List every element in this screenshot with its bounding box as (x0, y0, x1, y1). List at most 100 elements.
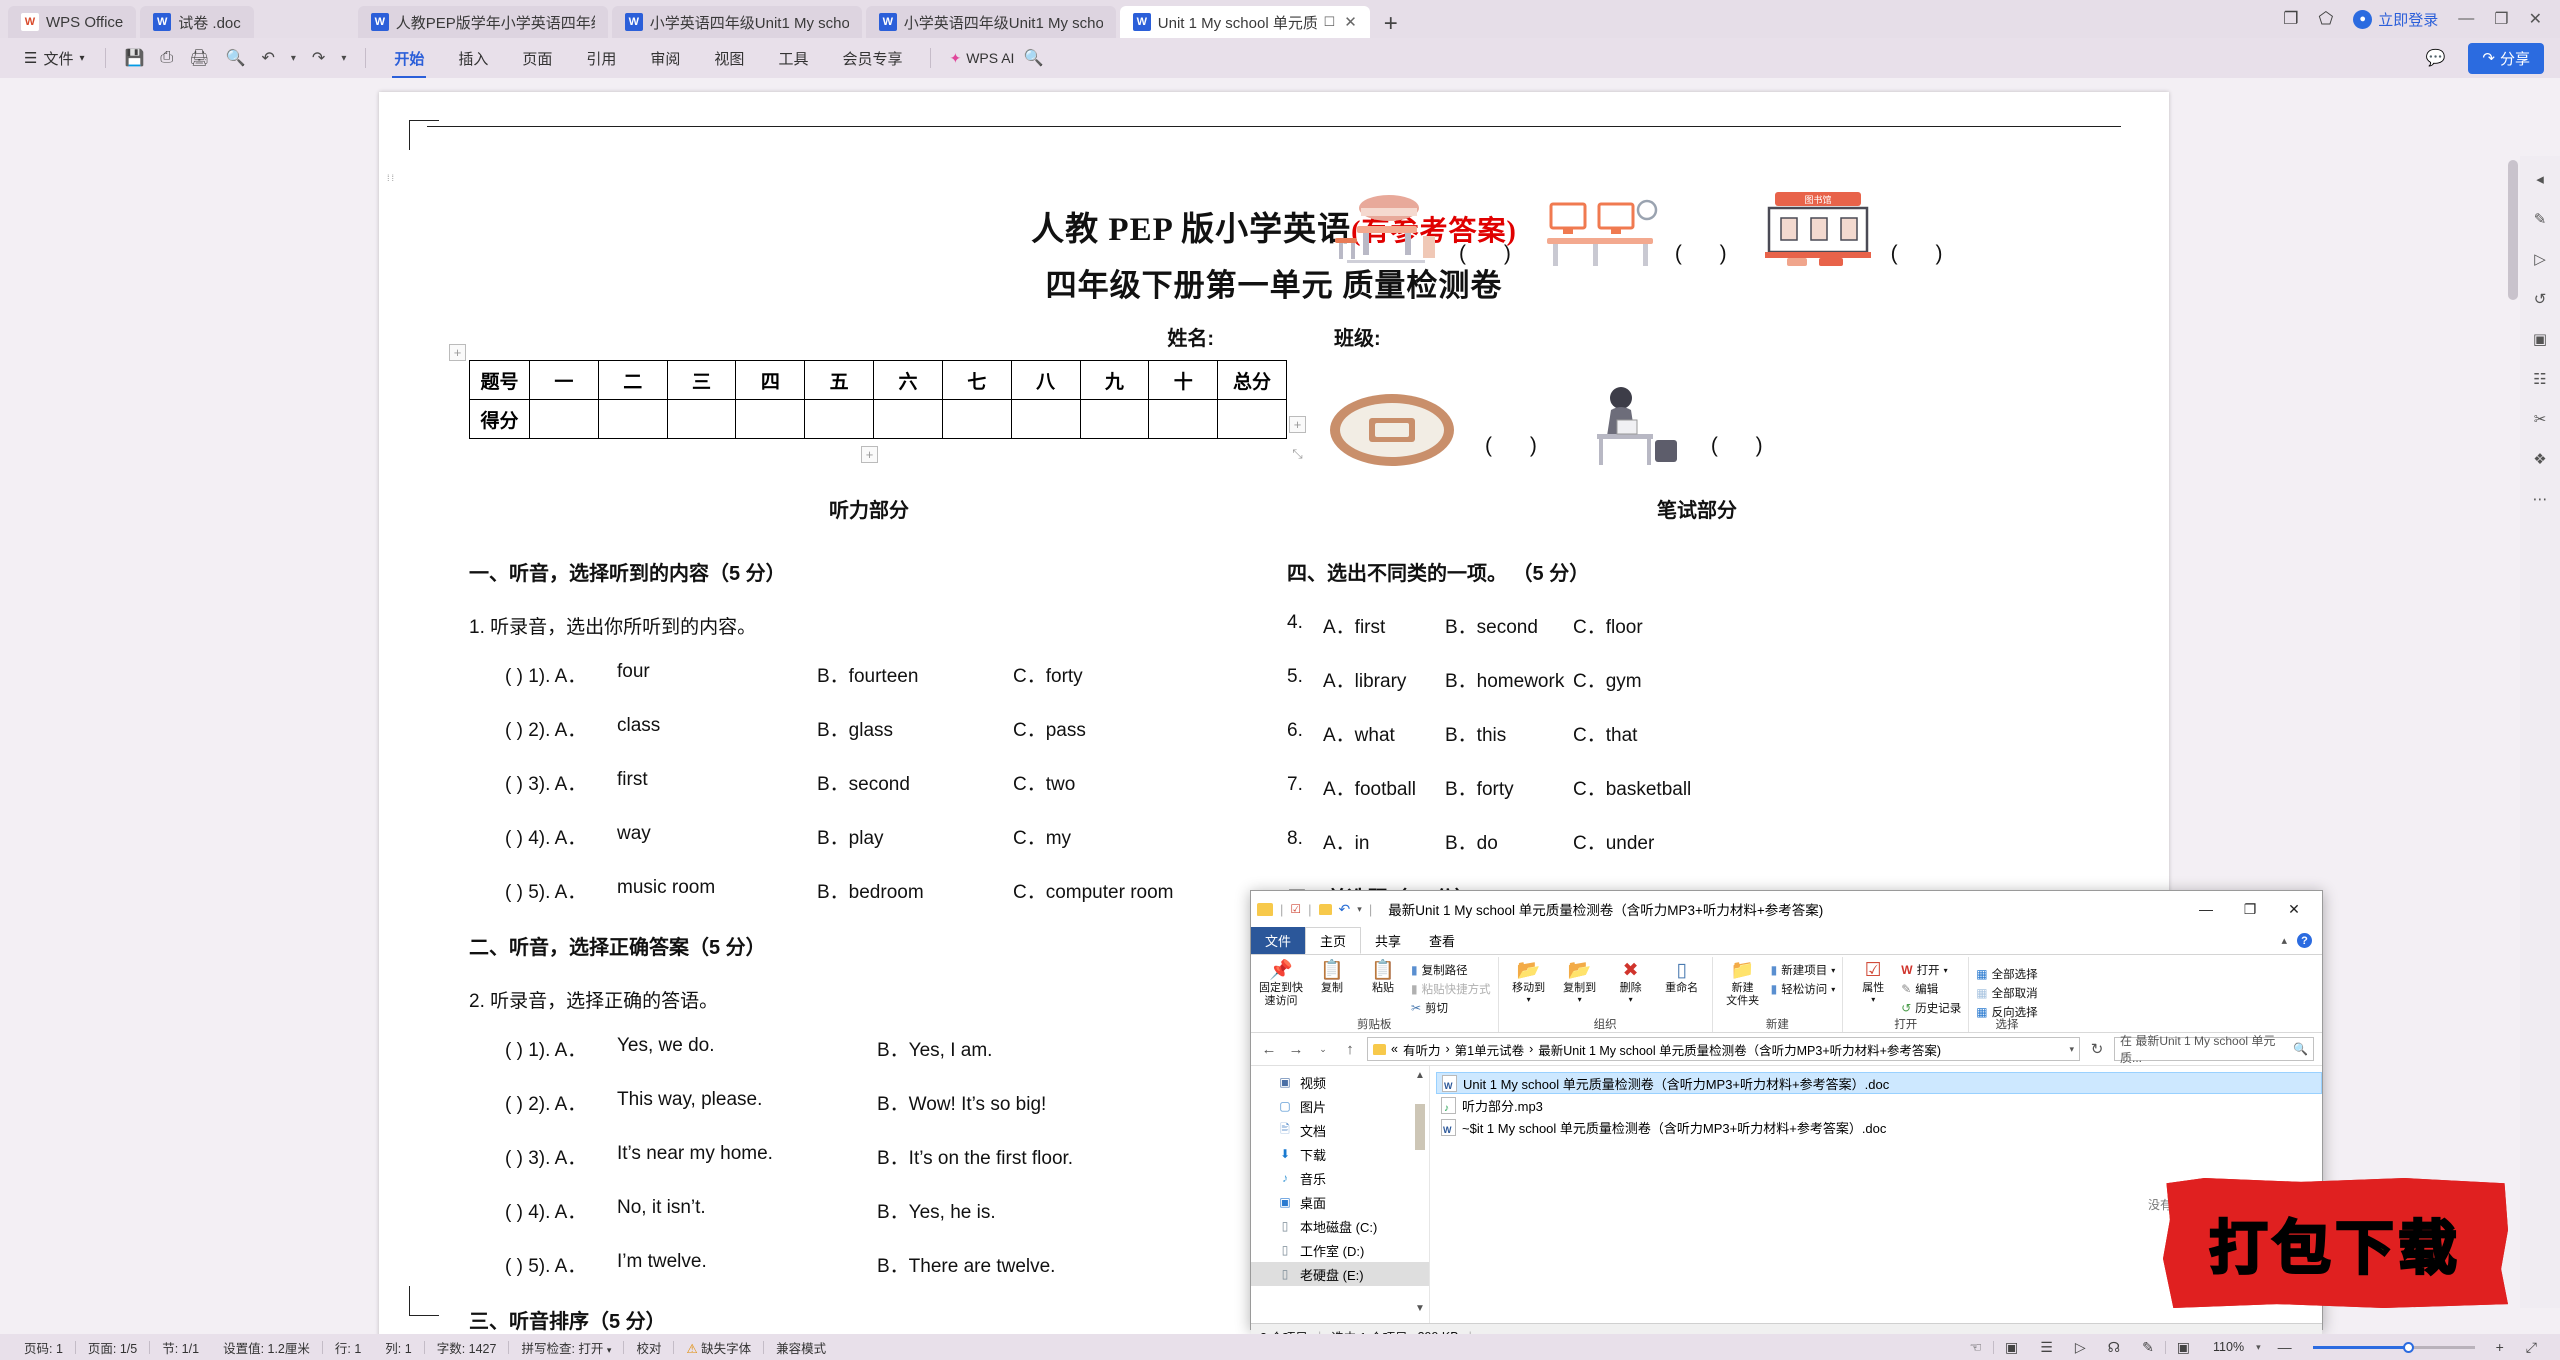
back-button[interactable]: ← (1259, 1041, 1279, 1058)
zoom-track[interactable] (2312, 1341, 2475, 1353)
picture-answer-paren-3[interactable]: ( ) (1891, 242, 1959, 266)
cell-score-1[interactable] (529, 399, 599, 439)
search-icon[interactable]: 🔍 (1016, 48, 1050, 68)
question-2-item-5[interactable]: ( ) 5). A． I’m twelve. B．There are twelv… (469, 1251, 1269, 1278)
zoom-level-label[interactable]: 110% (2201, 1340, 2256, 1354)
close-button[interactable]: ✕ (2529, 9, 2542, 29)
minimize-button[interactable]: — (2458, 10, 2474, 28)
maximize-button[interactable]: ❐ (2494, 9, 2508, 29)
status-word-count[interactable]: 字数: 1427 (425, 1338, 509, 1357)
tab-document-3[interactable]: W 小学英语四年级Unit1 My school（人 (611, 6, 862, 38)
properties-icon[interactable]: ☑ (1290, 902, 1301, 916)
new-item-button[interactable]: ▮ 新建项目 ▾ (1771, 962, 1836, 978)
question-1-item-5[interactable]: ( ) 5). A． music room B．bedroom C．comput… (469, 877, 1269, 904)
zoom-in-button[interactable]: + (2485, 1339, 2515, 1355)
table-insert-col-handle[interactable]: + (1289, 416, 1306, 433)
find-print-icon[interactable]: 🔍 (219, 48, 253, 68)
cell-score-2[interactable] (597, 399, 668, 439)
copy-path-button[interactable]: ▮ 复制路径 (1411, 962, 1491, 978)
history-button[interactable]: ↺ 历史记录 (1901, 1000, 1961, 1016)
table-add-row-handle[interactable]: + (861, 446, 878, 463)
nav-item-downloads[interactable]: ⬇ 下载 (1251, 1142, 1429, 1166)
explorer-navigation-pane[interactable]: ▣ 视频 ▢ 图片 🖹 文档 ⬇ 下载 ♪ 音乐 ▣ 桌面 ▯ 本地磁盘 (C:… (1251, 1066, 1429, 1323)
vertical-scrollbar[interactable] (2508, 160, 2518, 300)
question-4-item-8[interactable]: 8. A．in B．do C．under (1287, 828, 2107, 855)
picture-answer-paren-4[interactable]: ( ) (1485, 434, 1553, 458)
question-1-item-2[interactable]: ( ) 2). A． class B．glass C．pass (469, 715, 1269, 742)
explorer-tab-home[interactable]: 主页 (1305, 927, 1362, 954)
ribbon-tab-insert[interactable]: 插入 (442, 48, 504, 69)
question-4-item-6[interactable]: 6. A．what B．this C．that (1287, 720, 2107, 747)
tab-document-active[interactable]: W Unit 1 My school 单元质量检 ☐ ✕ (1119, 6, 1370, 38)
recent-locations-button[interactable]: ⌄ (1313, 1044, 1333, 1055)
zoom-knob[interactable] (2402, 1341, 2414, 1353)
undo-dropdown-icon[interactable]: ▾ (284, 53, 303, 64)
folder-icon[interactable] (1257, 902, 1273, 916)
collapse-panel-icon[interactable]: ◂ (2536, 170, 2544, 188)
delete-button[interactable]: ✖ 删除 ▾ (1608, 960, 1654, 1004)
question-1-item-3[interactable]: ( ) 3). A． first B．second C．two (469, 769, 1269, 796)
edit-button[interactable]: ✎ 编辑 (1901, 981, 1961, 997)
cell-score-10[interactable] (1148, 399, 1219, 439)
table-resize-handle[interactable]: ⤡ (1289, 446, 1306, 463)
outline-view-icon[interactable]: ☰ (2029, 1339, 2064, 1356)
open-button[interactable]: W 打开 ▾ (1901, 962, 1961, 978)
question-2-item-4[interactable]: ( ) 4). A． No, it isn’t. B．Yes, he is. (469, 1197, 1269, 1224)
scroll-down-icon[interactable]: ▼ (1413, 1303, 1427, 1319)
explorer-maximize-button[interactable]: ❐ (2228, 892, 2272, 926)
redo-dropdown-icon[interactable]: ▾ (334, 53, 353, 64)
nav-item-drive-d[interactable]: ▯ 工作室 (D:) (1251, 1238, 1429, 1262)
rename-button[interactable]: ▯ 重命名 (1659, 960, 1705, 995)
ribbon-tab-review[interactable]: 审阅 (634, 48, 696, 69)
refresh-icon[interactable]: ↻ (2087, 1040, 2107, 1058)
status-spell-check[interactable]: 拼写检查: 打开 ▾ (509, 1338, 623, 1357)
cell-score-7[interactable] (941, 399, 1012, 439)
nav-item-desktop[interactable]: ▣ 桌面 (1251, 1190, 1429, 1214)
zoom-out-button[interactable]: — (2267, 1339, 2303, 1355)
page-view-icon[interactable]: ▣ (1994, 1339, 2029, 1356)
comment-pane-icon[interactable]: ☜ (1958, 1339, 1993, 1356)
breadcrumb-item-2[interactable]: 最新Unit 1 My school 单元质量检测卷（含听力MP3+听力材料+参… (1538, 1040, 1941, 1059)
scissors-icon[interactable]: ✂ (2534, 410, 2547, 428)
multi-window-icon[interactable]: ❐ (2283, 9, 2298, 29)
new-folder-button[interactable]: 📁 新建 文件夹 (1720, 960, 1766, 1007)
question-1-item-1[interactable]: ( ) 1). A． four B．fourteen C．forty (469, 661, 1269, 688)
explorer-tab-share[interactable]: 共享 (1361, 927, 1415, 954)
breadcrumb-item-1[interactable]: 第1单元试卷 (1455, 1040, 1524, 1059)
question-1-item-4[interactable]: ( ) 4). A． way B．play C．my (469, 823, 1269, 850)
search-input[interactable]: 在 最新Unit 1 My school 单元质... 🔍 (2114, 1034, 2314, 1065)
nav-item-local-disk-c[interactable]: ▯ 本地磁盘 (C:) (1251, 1214, 1429, 1238)
ribbon-tab-tools[interactable]: 工具 (762, 48, 824, 69)
paste-button[interactable]: 📋 粘贴 (1360, 960, 1406, 995)
scroll-thumb[interactable] (1415, 1104, 1425, 1150)
history-icon[interactable]: ↺ (2534, 290, 2547, 308)
picture-answer-paren-1[interactable]: ( ) (1459, 242, 1527, 266)
easy-access-button[interactable]: ▮ 轻松访问 ▾ (1771, 981, 1836, 997)
more-tools-icon[interactable]: ⋯ (2533, 490, 2548, 508)
scroll-up-icon[interactable]: ▲ (1413, 1070, 1427, 1086)
file-row-temp-doc[interactable]: ~$it 1 My school 单元质量检测卷（含听力MP3+听力材料+参考答… (1436, 1116, 2322, 1138)
navigation-scrollbar[interactable]: ▲ ▼ (1413, 1070, 1427, 1319)
copy-button[interactable]: 📋 复制 (1309, 960, 1355, 995)
new-tab-button[interactable]: + (1374, 12, 1410, 38)
question-4-item-5[interactable]: 5. A．library B．homework C．gym (1287, 666, 2107, 693)
status-missing-font[interactable]: ⚠ 缺失字体 (674, 1338, 763, 1357)
explorer-close-button[interactable]: ✕ (2272, 892, 2316, 926)
nav-item-videos[interactable]: ▣ 视频 (1251, 1070, 1429, 1094)
help-icon[interactable]: ? (2297, 933, 2312, 948)
cube-icon[interactable]: ⬠ (2318, 9, 2333, 29)
chevron-down-icon[interactable]: ▾ (2069, 1044, 2074, 1055)
score-table[interactable]: 题号 一 二 三 四 五 六 七 八 九 十 总分 得分 (469, 360, 1287, 439)
pen-icon[interactable]: ✎ (2131, 1339, 2165, 1356)
nav-item-pictures[interactable]: ▢ 图片 (1251, 1094, 1429, 1118)
breadcrumb-item-0[interactable]: 有听力 (1403, 1040, 1441, 1059)
play-icon[interactable]: ▷ (2064, 1339, 2097, 1356)
expand-icon[interactable]: ⤢ (2515, 1339, 2548, 1356)
tab-wps-office[interactable]: W WPS Office (8, 6, 137, 38)
explorer-minimize-button[interactable]: — (2184, 892, 2228, 926)
cell-score-8[interactable] (1010, 399, 1081, 439)
new-folder-icon[interactable] (1318, 903, 1332, 915)
save-icon[interactable]: 💾 (118, 48, 152, 68)
file-row-doc[interactable]: Unit 1 My school 单元质量检测卷（含听力MP3+听力材料+参考答… (1436, 1072, 2322, 1094)
login-button[interactable]: ● 立即登录 (2353, 9, 2438, 30)
